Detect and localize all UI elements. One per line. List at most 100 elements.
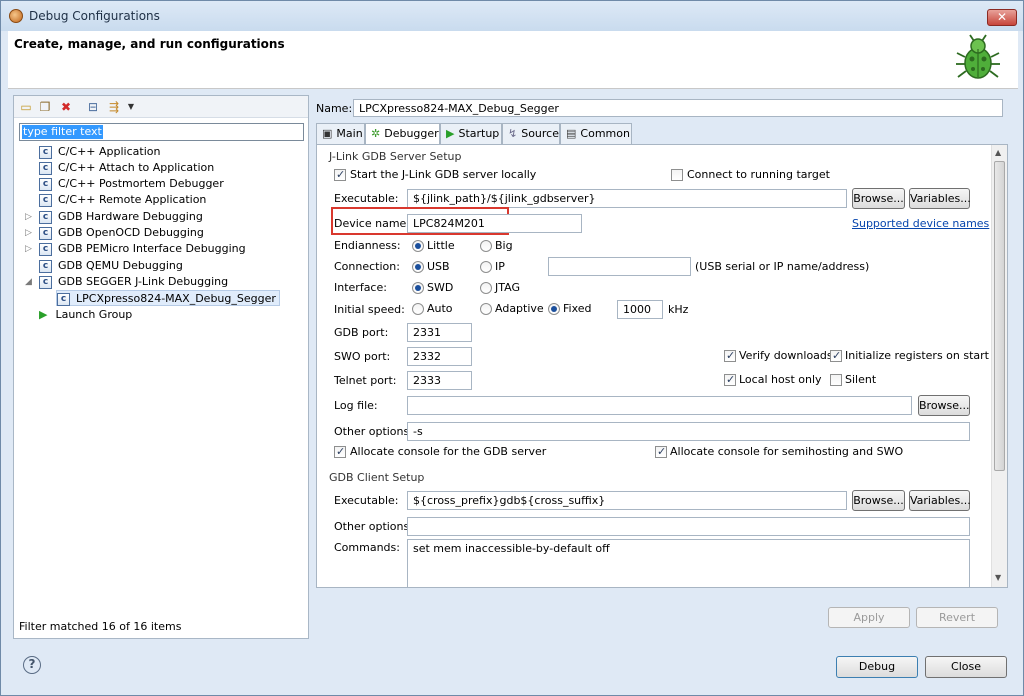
speed-value-field[interactable]: 1000 bbox=[617, 300, 663, 319]
log-file-field[interactable] bbox=[407, 396, 912, 415]
collapse-arrow-icon[interactable]: ◢ bbox=[25, 274, 32, 290]
verify-downloads-label: Verify downloads bbox=[739, 349, 833, 362]
speed-adaptive-label: Adaptive bbox=[495, 302, 544, 315]
tree-item-gdb-qemu[interactable]: c GDB QEMU Debugging bbox=[39, 258, 183, 274]
client-other-options-field[interactable] bbox=[407, 517, 970, 536]
chevron-down-icon[interactable]: ▼ bbox=[124, 100, 138, 114]
c-icon: c bbox=[39, 275, 52, 289]
interface-swd-radio[interactable] bbox=[412, 282, 424, 294]
launch-icon: ▶ bbox=[39, 308, 48, 321]
local-host-only-checkbox[interactable] bbox=[724, 373, 736, 386]
device-name-field[interactable]: LPC824M201 bbox=[407, 214, 582, 233]
help-icon[interactable]: ? bbox=[23, 656, 41, 674]
apply-button[interactable]: Apply bbox=[828, 607, 910, 628]
commands-label: Commands: bbox=[334, 541, 400, 554]
allocate-semihosting-console-checkbox[interactable] bbox=[655, 445, 667, 458]
tab-debugger[interactable]: ✲ Debugger bbox=[365, 123, 440, 146]
tree-item-lpcxpresso-config[interactable]: c LPCXpresso824-MAX_Debug_Segger bbox=[56, 290, 280, 306]
expand-arrow-icon[interactable]: ▷ bbox=[25, 209, 32, 225]
tab-startup[interactable]: ▶ Startup bbox=[440, 123, 502, 145]
speed-adaptive-radio[interactable] bbox=[480, 303, 492, 315]
endianness-big-radio[interactable] bbox=[480, 240, 492, 252]
device-name-label: Device name: bbox=[334, 217, 411, 230]
speed-unit-label: kHz bbox=[668, 303, 689, 316]
supported-device-names-link[interactable]: Supported device names bbox=[852, 217, 989, 230]
client-variables-button[interactable]: Variables... bbox=[909, 490, 971, 511]
tree-item-cpp-application[interactable]: c C/C++ Application bbox=[39, 144, 160, 160]
expand-arrow-icon[interactable]: ▷ bbox=[25, 225, 32, 241]
delete-configuration-icon[interactable]: ✖ bbox=[59, 100, 73, 114]
c-icon: c bbox=[39, 259, 52, 273]
allocate-server-console-checkbox[interactable] bbox=[334, 445, 346, 458]
client-browse-button[interactable]: Browse... bbox=[852, 490, 905, 511]
server-variables-button[interactable]: Variables... bbox=[909, 188, 971, 209]
new-configuration-icon[interactable]: ▭ bbox=[19, 100, 33, 114]
endianness-little-label: Little bbox=[427, 239, 455, 252]
tree-item-cpp-remote[interactable]: c C/C++ Remote Application bbox=[39, 192, 206, 208]
silent-checkbox[interactable] bbox=[830, 374, 842, 386]
startup-tab-icon: ▶ bbox=[446, 127, 455, 140]
endianness-label: Endianness: bbox=[334, 239, 401, 252]
app-icon bbox=[9, 9, 23, 23]
duplicate-configuration-icon[interactable]: ❐ bbox=[38, 100, 52, 114]
log-file-browse-button[interactable]: Browse... bbox=[918, 395, 970, 416]
vertical-scrollbar[interactable]: ▲ ▼ bbox=[991, 145, 1007, 587]
jlink-server-group-title: J-Link GDB Server Setup bbox=[329, 150, 462, 163]
scroll-down-icon[interactable]: ▼ bbox=[995, 573, 1001, 582]
revert-button[interactable]: Revert bbox=[916, 607, 998, 628]
c-icon: c bbox=[39, 145, 52, 159]
c-icon: c bbox=[39, 193, 52, 207]
server-browse-button[interactable]: Browse... bbox=[852, 188, 905, 209]
commands-textarea[interactable]: set mem inaccessible-by-default off bbox=[407, 539, 970, 587]
window-close-button[interactable]: ✕ bbox=[987, 9, 1017, 26]
expand-arrow-icon[interactable]: ▷ bbox=[25, 241, 32, 257]
tab-main[interactable]: ▣ Main bbox=[316, 123, 365, 145]
debug-configurations-window: Debug Configurations ✕ Create, manage, a… bbox=[0, 0, 1024, 696]
interface-jtag-label: JTAG bbox=[495, 281, 520, 294]
usb-ip-address-field[interactable] bbox=[548, 257, 691, 276]
client-executable-label: Executable: bbox=[334, 494, 399, 507]
connection-usb-radio[interactable] bbox=[412, 261, 424, 273]
tree-item-gdb-pemicro[interactable]: ▷ c GDB PEMicro Interface Debugging bbox=[25, 241, 246, 257]
scrollbar-thumb[interactable] bbox=[994, 161, 1005, 471]
debug-button[interactable]: Debug bbox=[836, 656, 918, 678]
interface-jtag-radio[interactable] bbox=[480, 282, 492, 294]
window-title: Debug Configurations bbox=[29, 9, 160, 23]
connect-running-target-checkbox[interactable] bbox=[671, 169, 683, 181]
interface-label: Interface: bbox=[334, 281, 387, 294]
gdb-client-group-title: GDB Client Setup bbox=[329, 471, 425, 484]
verify-downloads-checkbox[interactable] bbox=[724, 349, 736, 362]
silent-label: Silent bbox=[845, 373, 877, 386]
connect-running-target-label: Connect to running target bbox=[687, 168, 830, 181]
client-executable-field[interactable]: ${cross_prefix}gdb${cross_suffix} bbox=[407, 491, 847, 510]
filter-placeholder-text: type filter text bbox=[22, 125, 103, 139]
swo-port-label: SWO port: bbox=[334, 350, 391, 363]
server-other-options-field[interactable]: -s bbox=[407, 422, 970, 441]
close-button[interactable]: Close bbox=[925, 656, 1007, 678]
speed-auto-radio[interactable] bbox=[412, 303, 424, 315]
tree-item-cpp-attach[interactable]: c C/C++ Attach to Application bbox=[39, 160, 214, 176]
tree-item-gdb-segger[interactable]: ◢ c GDB SEGGER J-Link Debugging bbox=[25, 274, 228, 290]
server-executable-label: Executable: bbox=[334, 192, 399, 205]
init-registers-checkbox[interactable] bbox=[830, 349, 842, 362]
telnet-port-field[interactable]: 2333 bbox=[407, 371, 472, 390]
speed-fixed-radio[interactable] bbox=[548, 303, 560, 315]
tree-item-cpp-postmortem[interactable]: c C/C++ Postmortem Debugger bbox=[39, 176, 224, 192]
endianness-little-radio[interactable] bbox=[412, 240, 424, 252]
filter-input[interactable]: type filter text bbox=[19, 123, 304, 141]
tree-item-launch-group[interactable]: ▶ Launch Group bbox=[39, 307, 132, 323]
tree-item-gdb-openocd[interactable]: ▷ c GDB OpenOCD Debugging bbox=[25, 225, 204, 241]
server-executable-field[interactable]: ${jlink_path}/${jlink_gdbserver} bbox=[407, 189, 847, 208]
collapse-all-icon[interactable]: ⊟ bbox=[86, 100, 100, 114]
tab-source[interactable]: ↯ Source bbox=[502, 123, 560, 145]
connection-ip-radio[interactable] bbox=[480, 261, 492, 273]
tab-bar: ▣ Main ✲ Debugger ▶ Startup ↯ Source ▤ Common bbox=[316, 123, 1008, 146]
filter-icon[interactable]: ⇶ bbox=[107, 100, 121, 114]
tab-common[interactable]: ▤ Common bbox=[560, 123, 632, 145]
swo-port-field[interactable]: 2332 bbox=[407, 347, 472, 366]
gdb-port-field[interactable]: 2331 bbox=[407, 323, 472, 342]
tree-item-gdb-hardware[interactable]: ▷ c GDB Hardware Debugging bbox=[25, 209, 203, 225]
scroll-up-icon[interactable]: ▲ bbox=[995, 148, 1001, 157]
name-field[interactable]: LPCXpresso824-MAX_Debug_Segger bbox=[353, 99, 1003, 117]
start-server-locally-checkbox[interactable] bbox=[334, 168, 346, 181]
